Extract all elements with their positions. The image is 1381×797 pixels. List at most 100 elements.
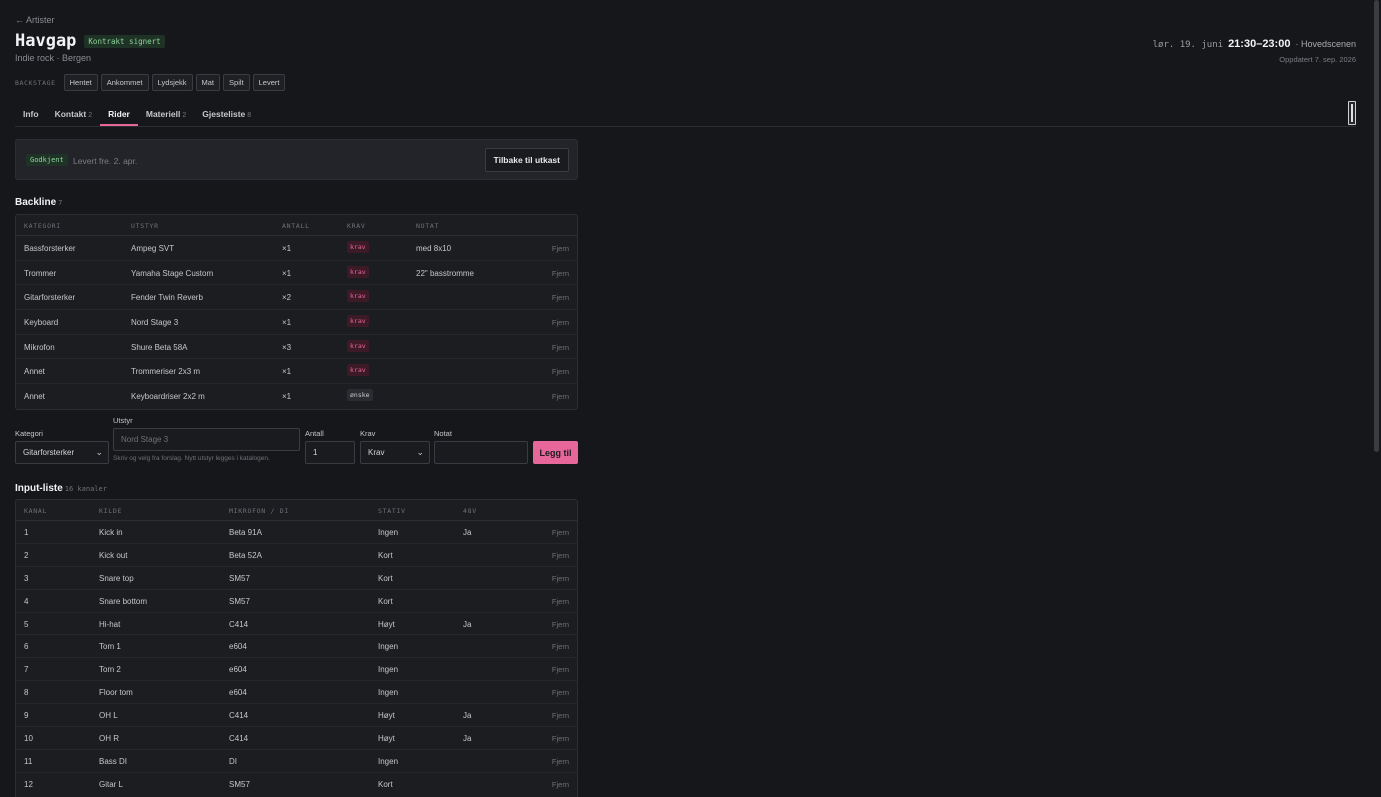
stativ-cell: Høyt: [378, 734, 395, 744]
table-row: 12 Gitar L SM57 Kort Fjern: [16, 773, 577, 796]
stativ-cell: Ingen: [378, 642, 399, 652]
kanal-cell: 3: [24, 573, 29, 583]
remove-button[interactable]: Fjern: [552, 620, 569, 629]
krav-cell: ønske: [347, 389, 373, 402]
kanal-cell: 1: [24, 528, 29, 537]
section-title: Backline: [15, 197, 57, 208]
antall-cell: ×1: [282, 392, 292, 402]
backstage-step-levert[interactable]: Levert: [252, 74, 286, 91]
schedule-time: 21:30–23:00: [1228, 38, 1291, 50]
mic-cell: e604: [229, 665, 247, 675]
table-row: Annet Keyboardriser 2x2 m ×1 ønske Fjern: [16, 384, 577, 409]
remove-button[interactable]: Fjern: [552, 734, 569, 743]
utstyr-cell: Yamaha Stage Custom: [131, 268, 214, 278]
stativ-cell: Ingen: [378, 756, 399, 766]
remove-button[interactable]: Fjern: [552, 642, 569, 651]
tab-materiell[interactable]: Materiell 2: [138, 103, 194, 126]
krav-cell: krav: [347, 241, 369, 253]
kategori-select[interactable]: Gitarforsterker ⌄: [15, 441, 109, 464]
tab-rider[interactable]: Rider: [100, 103, 138, 126]
kilde-cell: Tom 2: [99, 665, 121, 675]
stativ-cell: Ingen: [378, 688, 399, 698]
table-row: 1 Kick in Beta 91A Ingen Ja Fjern: [16, 521, 577, 544]
remove-button[interactable]: Fjern: [552, 551, 569, 560]
requirement-tag: krav: [347, 241, 369, 253]
table-row: 4 Snare bottom SM57 Kort Fjern: [16, 590, 577, 613]
column-header: UTSTYR: [131, 222, 159, 230]
krav-value: Krav: [368, 448, 385, 457]
table-row: 11 Bass DI DI Ingen Fjern: [16, 750, 577, 773]
backstage-step-ankommet[interactable]: Ankommet: [100, 74, 149, 91]
kanal-cell: 11: [24, 756, 33, 766]
requirement-tag: krav: [347, 364, 369, 377]
remove-button[interactable]: Fjern: [552, 318, 569, 327]
schedule-day: lør. 19. juni: [1152, 40, 1224, 50]
mic-cell: SM57: [229, 779, 250, 789]
kanal-cell: 7: [24, 665, 29, 675]
kilde-cell: Hi-hat: [99, 619, 121, 629]
remove-button[interactable]: Fjern: [552, 757, 569, 766]
schedule-stage: · Hovedscenen: [1295, 39, 1356, 49]
back-link[interactable]: ← Artister: [15, 15, 55, 25]
remove-button[interactable]: Fjern: [552, 597, 569, 606]
tab-gjesteliste[interactable]: Gjesteliste 8: [194, 103, 259, 126]
tab-kontakt[interactable]: Kontakt 2: [47, 103, 101, 126]
table-row: 9 OH L C414 Høyt Ja Fjern: [16, 704, 577, 728]
kanal-cell: 6: [24, 642, 29, 652]
remove-button[interactable]: Fjern: [552, 665, 569, 674]
remove-button[interactable]: Fjern: [552, 392, 569, 401]
backstage-step-hentet[interactable]: Hentet: [63, 74, 98, 91]
kanal-cell: 9: [24, 711, 29, 721]
tab-bar: Info Kontakt 2 Rider Materiell 2 Gjestelis…: [15, 103, 1356, 127]
remove-button[interactable]: Fjern: [552, 711, 569, 720]
antall-cell: ×1: [282, 367, 292, 377]
table-row: Bassforsterker Ampeg SVT ×1 krav med 8x10 Fje…: [16, 236, 577, 261]
remove-button[interactable]: Fjern: [552, 528, 569, 537]
mic-cell: Beta 91A: [229, 528, 262, 537]
page-scrollbar[interactable]: [1374, 0, 1379, 452]
remove-button[interactable]: Fjern: [552, 367, 569, 376]
backline-table: KATEGORI UTSTYR ANTALL KRAV NOTAT Bassfo…: [15, 214, 578, 410]
remove-button[interactable]: Fjern: [552, 269, 569, 278]
notat-input[interactable]: [434, 441, 528, 464]
krav-select[interactable]: Krav ⌄: [360, 441, 430, 464]
stativ-cell: Ingen: [378, 528, 399, 537]
remove-button[interactable]: Fjern: [552, 574, 569, 583]
kategori-cell: Bassforsterker: [24, 244, 76, 253]
rider-status-panel: Godkjent Levert fre. 2. apr. Tilbake til…: [15, 139, 578, 180]
mic-cell: SM57: [229, 573, 250, 583]
backstage-step-spilt[interactable]: Spilt: [223, 74, 250, 91]
tab-info[interactable]: Info: [15, 103, 47, 126]
remove-button[interactable]: Fjern: [552, 244, 569, 253]
table-row: Gitarforsterker Fender Twin Reverb ×2 krav F…: [16, 285, 577, 311]
mic-cell: SM57: [229, 596, 250, 606]
column-header: ANTALL: [282, 222, 310, 230]
backstage-step-mat[interactable]: Mat: [195, 74, 221, 91]
page-title: Havgap: [15, 31, 77, 51]
remove-button[interactable]: Fjern: [552, 293, 569, 302]
mic-cell: Beta 52A: [229, 550, 262, 560]
kategori-cell: Gitarforsterker: [24, 293, 76, 303]
mic-cell: e604: [229, 688, 247, 698]
table-row: 7 Tom 2 e604 Ingen Fjern: [16, 658, 577, 682]
remove-button[interactable]: Fjern: [552, 780, 569, 789]
revert-to-draft-button[interactable]: Tilbake til utkast: [484, 148, 569, 172]
add-backline-button[interactable]: Legg til: [533, 441, 578, 464]
backstage-step-lydsjekk[interactable]: Lydsjekk: [151, 74, 193, 91]
kanal-cell: 5: [24, 619, 29, 629]
backline-heading: Backline 7: [15, 197, 62, 208]
section-count: 7: [58, 199, 63, 207]
table-row: 2 Kick out Beta 52A Kort Fjern: [16, 544, 577, 567]
stativ-cell: Høyt: [378, 711, 395, 721]
krav-label: Krav: [360, 429, 376, 438]
tab-count: 8: [247, 112, 252, 119]
kategori-cell: Annet: [24, 367, 45, 377]
remove-button[interactable]: Fjern: [552, 343, 569, 352]
remove-button[interactable]: Fjern: [552, 688, 569, 697]
kategori-cell: Mikrofon: [24, 342, 55, 352]
kilde-cell: Bass DI: [99, 756, 128, 766]
tab-scroll-handle[interactable]: [1348, 101, 1356, 125]
utstyr-input[interactable]: Nord Stage 3: [113, 428, 300, 451]
antall-input[interactable]: 1: [305, 441, 355, 464]
antall-cell: ×3: [282, 342, 292, 352]
